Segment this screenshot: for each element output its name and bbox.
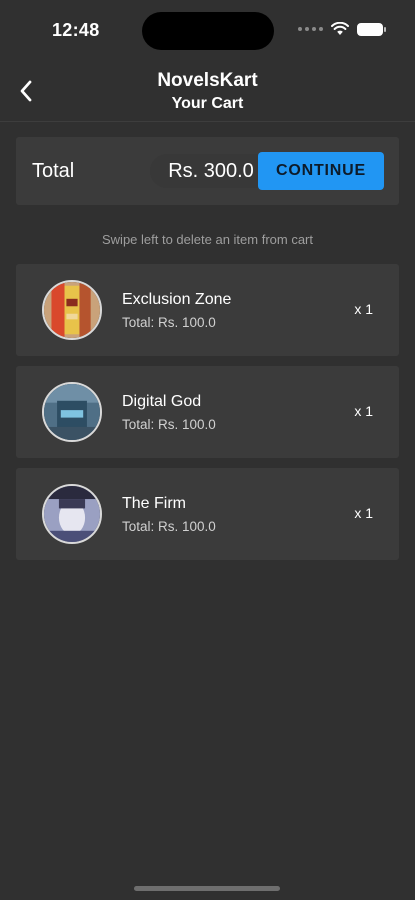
cart-screen: 12:48 NovelsKart Your Cart Total Rs. 300… xyxy=(0,0,415,900)
cart-item[interactable]: Exclusion Zone Total: Rs. 100.0 x 1 xyxy=(16,264,399,356)
app-title: NovelsKart xyxy=(157,70,258,91)
item-title: Exclusion Zone xyxy=(122,291,232,308)
dynamic-island xyxy=(142,12,274,50)
item-total: Total: Rs. 100.0 xyxy=(122,315,216,330)
total-amount-chip: Rs. 300.0 xyxy=(150,154,272,188)
signal-icon xyxy=(298,27,323,31)
item-quantity: x 1 xyxy=(354,301,373,317)
item-total: Total: Rs. 100.0 xyxy=(122,519,216,534)
book-cover-thumbnail xyxy=(42,280,102,340)
swipe-hint: Swipe left to delete an item from cart xyxy=(102,232,313,247)
continue-button[interactable]: CONTINUE xyxy=(258,152,384,190)
status-icons xyxy=(298,22,386,36)
cart-list: Exclusion Zone Total: Rs. 100.0 x 1 Digi… xyxy=(16,264,399,570)
book-cover-thumbnail xyxy=(42,382,102,442)
book-cover-thumbnail xyxy=(42,484,102,544)
item-title: The Firm xyxy=(122,495,186,512)
battery-icon xyxy=(357,22,386,36)
wifi-icon xyxy=(331,22,349,35)
item-quantity: x 1 xyxy=(354,505,373,521)
home-indicator[interactable] xyxy=(134,886,280,891)
total-label: Total xyxy=(32,160,75,182)
app-bar: NovelsKart Your Cart xyxy=(0,60,415,122)
item-quantity: x 1 xyxy=(354,403,373,419)
status-bar: 12:48 xyxy=(0,0,415,60)
item-title: Digital God xyxy=(122,393,202,410)
total-card: Total Rs. 300.0 CONTINUE xyxy=(16,137,399,205)
status-time: 12:48 xyxy=(52,20,100,40)
item-total: Total: Rs. 100.0 xyxy=(122,417,216,432)
page-subtitle: Your Cart xyxy=(171,95,244,112)
cart-item[interactable]: The Firm Total: Rs. 100.0 x 1 xyxy=(16,468,399,560)
cart-item[interactable]: Digital God Total: Rs. 100.0 x 1 xyxy=(16,366,399,458)
